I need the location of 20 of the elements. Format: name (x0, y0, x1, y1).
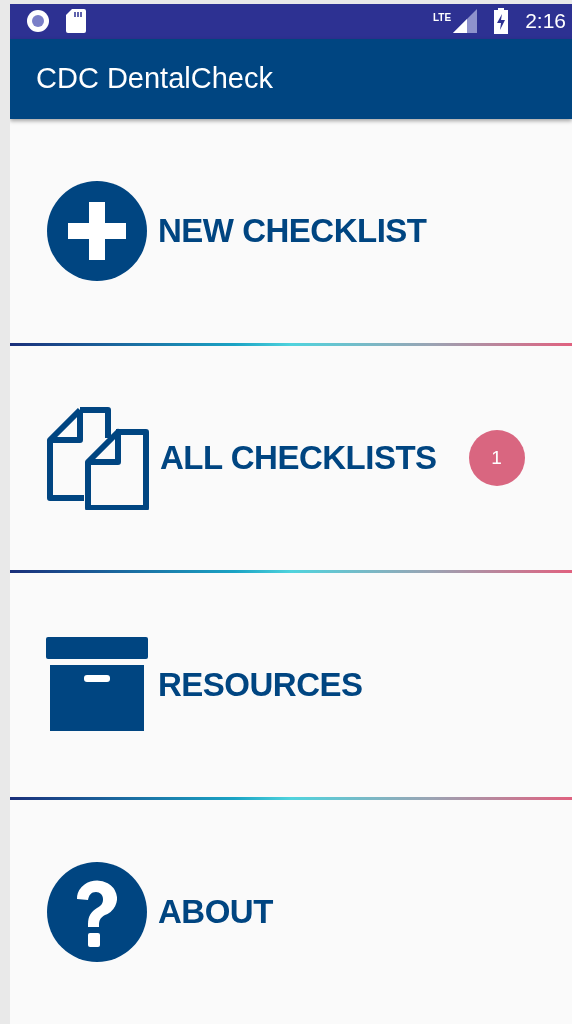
clock: 2:16 (525, 9, 566, 34)
menu-label: ALL CHECKLISTS (160, 439, 437, 477)
plus-icon (46, 180, 148, 282)
record-icon (26, 9, 50, 34)
menu-label: NEW CHECKLIST (158, 212, 427, 250)
signal-icon (453, 9, 478, 34)
menu-item[interactable]: ALL CHECKLISTS 1 (10, 346, 572, 570)
network-type: LTE (432, 12, 452, 23)
count-badge: 1 (468, 430, 525, 486)
menu-item[interactable]: RESOURCES (10, 573, 572, 797)
help-icon (46, 861, 148, 963)
menu-label: ABOUT (158, 893, 273, 931)
menu-item[interactable]: ABOUT (10, 800, 572, 1024)
battery-charging-icon (493, 8, 510, 35)
menu-item[interactable]: NEW CHECKLIST (10, 119, 572, 343)
menu-label: RESOURCES (158, 666, 363, 704)
app-title: CDC DentalCheck (36, 62, 273, 96)
sd-card-icon (66, 9, 86, 34)
archive-box-icon (46, 637, 148, 733)
documents-icon (46, 406, 150, 510)
